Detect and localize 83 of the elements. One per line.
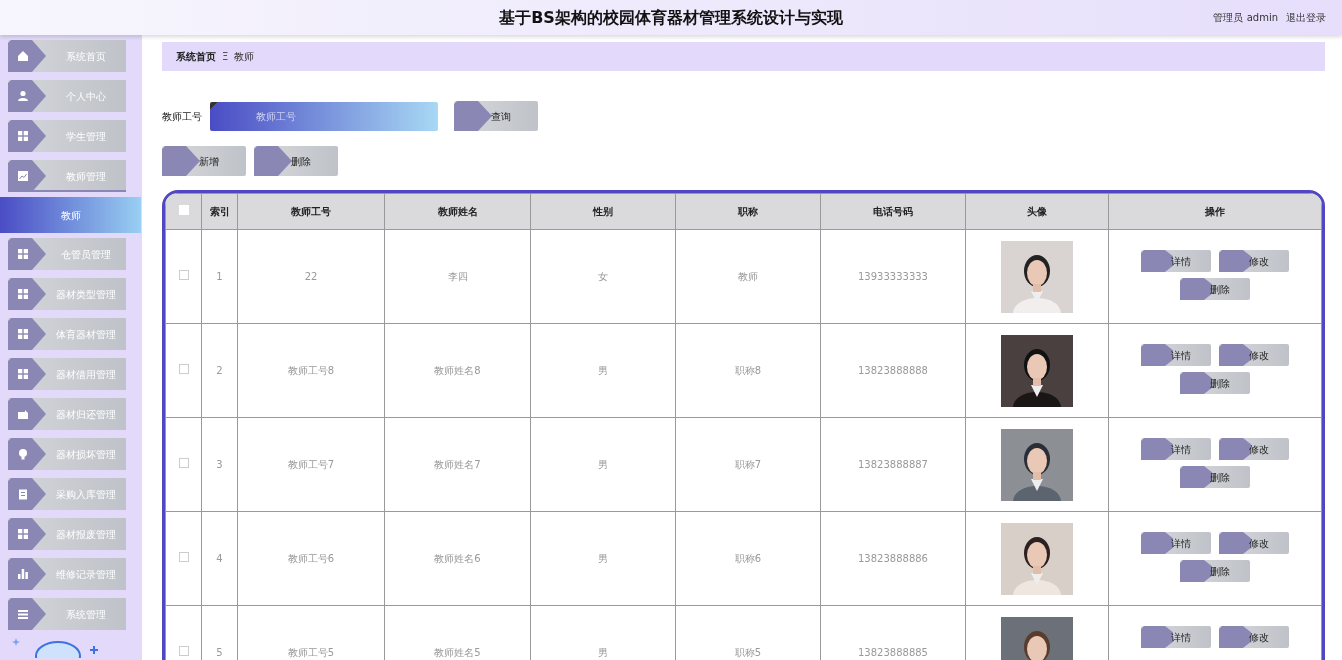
edit-button[interactable]: 修改: [1219, 626, 1289, 648]
grid-icon: [17, 288, 29, 300]
column-header: 电话号码: [873, 206, 913, 217]
table-cell: 教师工号7: [287, 459, 335, 470]
column-header: 索引: [209, 206, 230, 217]
grid-icon: [17, 328, 29, 340]
row-checkbox[interactable]: [178, 646, 189, 656]
row-checkbox[interactable]: [178, 270, 189, 280]
table-cell: 教师姓名6: [434, 553, 481, 564]
table-cell: 教师: [738, 271, 758, 282]
menu-icon: [17, 608, 29, 620]
edit-button[interactable]: 修改: [1219, 344, 1289, 366]
table-cell: 职称5: [734, 647, 762, 658]
grid-icon: [17, 248, 29, 260]
table-cell: 22: [304, 271, 318, 282]
wallet-icon: [17, 408, 29, 420]
details-button[interactable]: 详情: [1141, 438, 1211, 460]
table-cell: 13823888886: [858, 553, 928, 564]
table-cell: 教师姓名7: [434, 459, 481, 470]
table-cell: 2: [216, 365, 223, 376]
grid-icon: [17, 528, 29, 540]
grid-icon: [17, 130, 29, 142]
table-cell: 职称7: [734, 459, 762, 470]
table-cell: 3: [216, 459, 223, 470]
details-button[interactable]: 详情: [1141, 626, 1211, 648]
column-header: 教师姓名: [437, 206, 478, 217]
details-button[interactable]: 详情: [1141, 250, 1211, 272]
delete-button[interactable]: 删除: [1180, 560, 1250, 582]
table-cell: 13823888885: [858, 647, 928, 658]
table-cell: 男: [598, 553, 608, 564]
details-button[interactable]: 详情: [1141, 532, 1211, 554]
row-checkbox[interactable]: [178, 552, 189, 562]
edit-button[interactable]: 修改: [1219, 250, 1289, 272]
breadcrumb-current: 教师: [234, 50, 255, 64]
column-header: 操作: [1205, 206, 1225, 217]
table-cell: 教师工号6: [287, 553, 335, 564]
column-header: 教师工号: [291, 206, 331, 217]
table-cell: 男: [598, 459, 608, 470]
table-cell: 1: [216, 271, 223, 282]
table-cell: 5: [216, 647, 223, 658]
table-cell: 女: [598, 271, 608, 282]
table-cell: 13823888888: [858, 365, 928, 376]
search-field[interactable]: 教师工号: [210, 101, 438, 131]
column-header: 性别: [593, 206, 613, 217]
delete-button[interactable]: 删除: [1180, 466, 1250, 488]
row-checkbox[interactable]: [178, 364, 189, 374]
breadcrumb-link[interactable]: 系统首页: [176, 49, 216, 64]
bar-chart-icon: [17, 568, 29, 580]
search-label: 教师工号: [162, 109, 202, 124]
select-all-checkbox[interactable]: [178, 205, 189, 215]
search-button[interactable]: 查询: [454, 101, 538, 131]
chart-icon: [17, 170, 29, 182]
table-cell: 教师工号8: [287, 365, 335, 376]
delete-button[interactable]: 删除: [254, 146, 338, 176]
table-cell: 4: [216, 553, 223, 564]
app-title: 基于BS架构的校园体育器材管理系统设计与实现: [499, 7, 843, 27]
bulb-icon: [17, 448, 29, 460]
edit-button[interactable]: 修改: [1219, 438, 1289, 460]
table-cell: 男: [598, 365, 608, 376]
table-cell: 教师姓名5: [434, 647, 481, 658]
table-cell: 职称8: [734, 365, 762, 376]
table-cell: 教师姓名8: [434, 365, 481, 376]
table-cell: 李四: [447, 271, 468, 282]
table-cell: 13933333333: [858, 271, 928, 282]
details-button[interactable]: 详情: [1141, 344, 1211, 366]
clipboard-icon: [17, 488, 29, 500]
table-cell: 职称6: [734, 553, 762, 564]
column-header: 头像: [1027, 206, 1047, 217]
add-button[interactable]: 新增: [162, 146, 246, 176]
table-cell: 13823888887: [858, 459, 928, 470]
edit-button[interactable]: 修改: [1219, 532, 1289, 554]
column-header: 职称: [738, 206, 758, 217]
table-cell: 教师工号5: [287, 647, 335, 658]
user-label: 管理员 admin: [1213, 11, 1278, 25]
breadcrumb-separator: Ξ: [222, 50, 229, 64]
delete-button[interactable]: 删除: [1180, 372, 1250, 394]
logout-link[interactable]: 退出登录: [1286, 10, 1326, 25]
table-cell: 男: [598, 647, 608, 658]
user-icon: [17, 90, 29, 102]
delete-button[interactable]: 删除: [1180, 278, 1250, 300]
home-icon: [17, 50, 29, 62]
grid-icon: [17, 368, 29, 380]
row-checkbox[interactable]: [178, 458, 189, 468]
